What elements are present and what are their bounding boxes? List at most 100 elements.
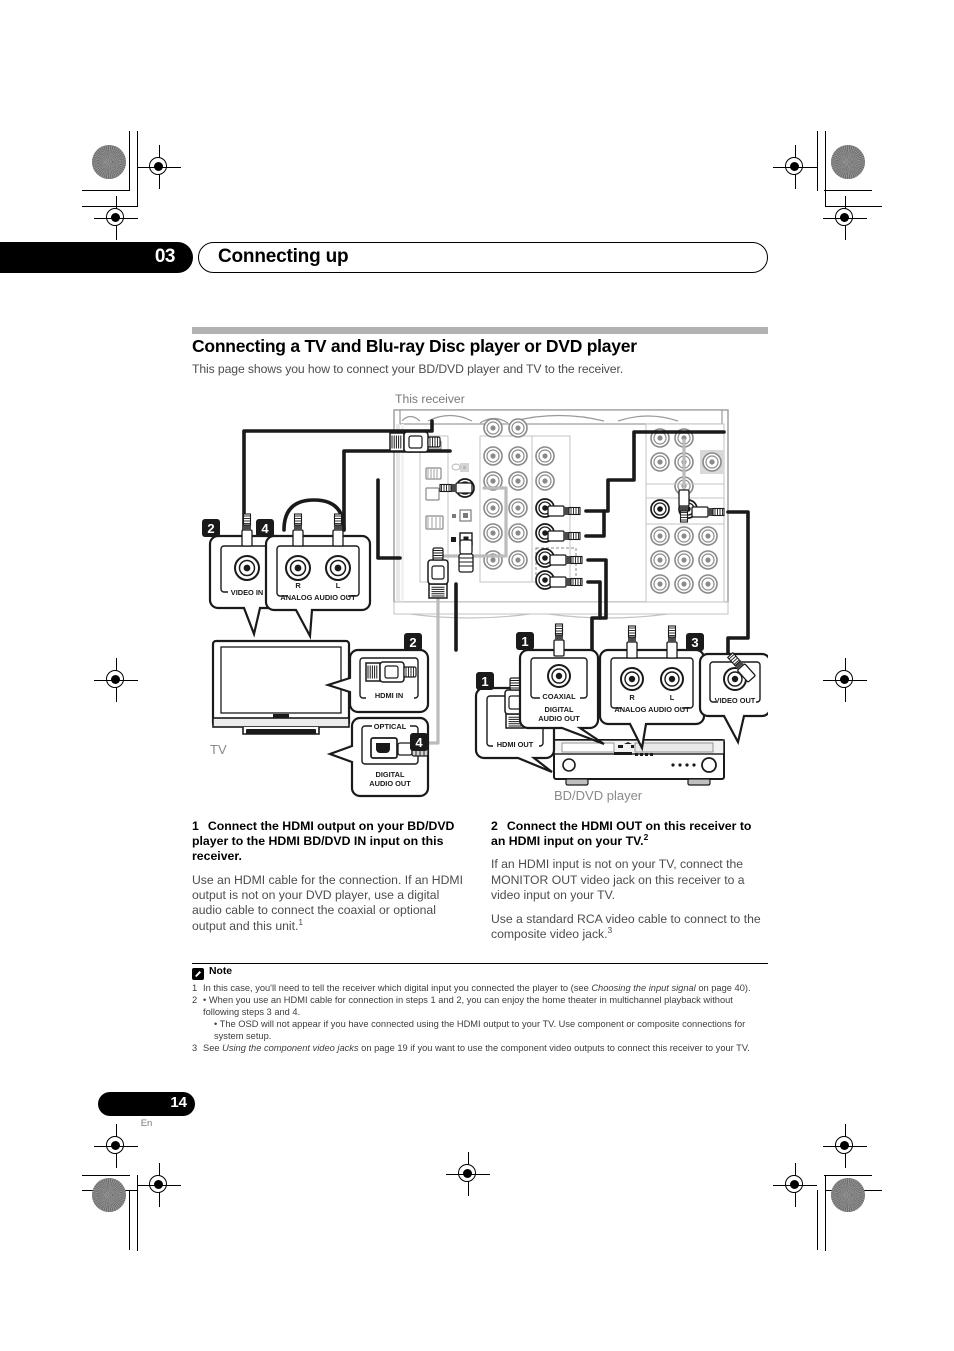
crop-line-bottom-right-h1: [824, 1175, 872, 1176]
callout-badge-3-video-out: 3: [686, 633, 704, 651]
registration-mark-top-left-inner: [137, 145, 181, 189]
crop-line-top-left-v1: [129, 131, 130, 191]
registration-mark-right-middle: [823, 658, 867, 702]
crop-line-bottom-left-h1: [82, 1175, 130, 1176]
label-tv-digital-2: AUDIO OUT: [369, 779, 411, 788]
label-tv-digital-1: DIGITAL: [375, 770, 404, 779]
chapter-number: 03: [154, 246, 176, 267]
crop-line-top-right-v2: [825, 131, 826, 207]
connection-diagram: TV BD/DVD player VIDEO IN 2 R L ANALOG A…: [188, 388, 768, 816]
callout-badge-4-optical: 4: [410, 733, 428, 751]
svg-text:1: 1: [481, 674, 488, 689]
note-item-1-italic: Choosing the input signal: [591, 983, 696, 993]
callout-badge-1-coaxial: 1: [516, 632, 534, 650]
section-rule: [192, 327, 768, 334]
note-item-2-text: • When you use an HDMI cable for connect…: [203, 995, 733, 1018]
callout-badge-2-video-in: 2: [202, 519, 220, 537]
registration-mark-top-right-outer: [823, 196, 867, 240]
registration-mark-top-right-inner: [773, 145, 817, 189]
step-1-footnote-ref: 1: [298, 916, 304, 927]
callout-badge-2-hdmi-in: 2: [404, 633, 422, 651]
note-item-3-text: See Using the component video jacks on p…: [203, 1043, 750, 1054]
registration-mark-bottom-left-outer: [94, 1124, 138, 1168]
label-tv-video-in: VIDEO IN: [231, 588, 263, 597]
crop-line-top-left-v2: [137, 131, 138, 207]
crop-line-bottom-right-v2: [825, 1175, 826, 1251]
step-2-heading: 2 Connect the HDMI OUT on this receiver t…: [491, 819, 769, 849]
section-subtitle: This page shows you how to connect your …: [192, 362, 624, 376]
label-player-video-out: VIDEO OUT: [715, 696, 756, 705]
bd-dvd-player-illustration: [553, 739, 725, 786]
label-tv-hdmi-in: HDMI IN: [375, 691, 403, 700]
registration-mark-bottom-center: [446, 1152, 490, 1196]
registration-mark-left-middle: [94, 658, 138, 702]
svg-text:1: 1: [521, 634, 528, 649]
registration-mark-top-left-outer: [94, 196, 138, 240]
step-2-column: 2 Connect the HDMI OUT on this receiver t…: [491, 819, 769, 950]
callout-tv-analog-audio-out: R L ANALOG AUDIO OUT: [264, 513, 372, 640]
step-1-heading: 1 Connect the HDMI output on your BD/DVD …: [192, 819, 470, 865]
registration-star-bottom-left: [92, 1178, 126, 1212]
note-item-1: 1 In this case, you'll need to tell the …: [192, 982, 770, 994]
crop-line-bottom-left-v2: [137, 1175, 138, 1251]
label-player-hdmi-out: HDMI OUT: [497, 740, 534, 749]
note-list: 1 In this case, you'll need to tell the …: [192, 982, 770, 1055]
label-tv-analog-r: R: [295, 581, 301, 590]
tv-caption-text: TV: [210, 742, 227, 757]
tv-illustration: [211, 639, 351, 735]
note-item-1-text: In this case, you'll need to tell the re…: [203, 983, 751, 993]
note-icon: [192, 968, 204, 980]
chapter-title: Connecting up: [218, 246, 349, 267]
registration-mark-bottom-right-outer: [823, 1124, 867, 1168]
label-tv-analog-l: L: [336, 581, 341, 590]
note-item-2: 2 • When you use an HDMI cable for conne…: [192, 994, 770, 1042]
step-2-body: If an HDMI input is not on your TV, conn…: [491, 857, 745, 903]
svg-text:2: 2: [409, 635, 416, 650]
callout-tv-optical: OPTICAL DIGITAL AUDIO OUT: [326, 716, 430, 798]
section-title: Connecting a TV and Blu-ray Disc player …: [192, 336, 637, 356]
note-item-3-number: 3: [192, 1043, 198, 1054]
label-player-coaxial: COAXIAL: [542, 692, 576, 701]
note-item-3-italic: Using the component video jacks: [222, 1043, 359, 1054]
step-2-footnote-ref: 2: [643, 832, 649, 843]
svg-text:4: 4: [415, 735, 423, 750]
registration-star-bottom-right: [831, 1178, 865, 1212]
label-player-analog-audio-out: ANALOG AUDIO OUT: [614, 705, 690, 714]
note-item-3: 3 See Using the component video jacks on…: [192, 1042, 770, 1054]
callout-player-video-out: VIDEO OUT: [698, 651, 768, 746]
step-1-body: Use an HDMI cable for the connection. If…: [192, 872, 463, 933]
callout-badge-4-analog-audio-out: 4: [256, 519, 274, 537]
crop-line-top-right-v1: [817, 131, 818, 191]
registration-star-top-right: [831, 145, 865, 179]
step-1-number: 1: [192, 819, 199, 833]
note-item-1-number: 1: [192, 983, 198, 993]
registration-star-top-left: [92, 145, 126, 179]
note-title: Note: [209, 966, 233, 977]
note-item-2-number: 2: [192, 995, 198, 1006]
receiver-caption: This receiver: [395, 392, 465, 406]
crop-line-top-right-h1: [824, 190, 872, 191]
crop-line-bottom-right-v1: [817, 1190, 818, 1250]
player-caption-text: BD/DVD player: [554, 788, 643, 803]
label-player-digital-1: DIGITAL: [544, 705, 573, 714]
svg-text:4: 4: [261, 521, 269, 536]
step-2-number: 2: [491, 819, 498, 833]
callout-badge-1-hdmi-out: 1: [476, 672, 494, 690]
label-tv-analog-audio-out: ANALOG AUDIO OUT: [280, 593, 356, 602]
registration-mark-bottom-left-inner: [137, 1163, 181, 1207]
step-1-heading-text: Connect the HDMI output on your BD/DVD p…: [192, 819, 455, 864]
label-player-digital-2: AUDIO OUT: [538, 714, 580, 723]
page-language: En: [140, 1118, 153, 1129]
label-tv-optical: OPTICAL: [374, 722, 407, 731]
svg-text:2: 2: [207, 521, 214, 536]
step-2-footnote-ref-2: 3: [607, 924, 613, 935]
page-number: 14: [170, 1094, 187, 1111]
crop-line-top-left-h1: [82, 190, 130, 191]
step-2-heading-text: Connect the HDMI OUT on this receiver to…: [491, 819, 752, 849]
step-2-body-2: Use a standard RCA video cable to connec…: [491, 911, 761, 942]
crop-line-bottom-left-v1: [129, 1190, 130, 1250]
svg-text:3: 3: [691, 635, 698, 650]
chapter-tab: 03: [0, 242, 193, 273]
label-player-analog-r: R: [629, 693, 635, 702]
note-item-2-subtext: • The OSD will not appear if you have co…: [214, 1019, 746, 1042]
